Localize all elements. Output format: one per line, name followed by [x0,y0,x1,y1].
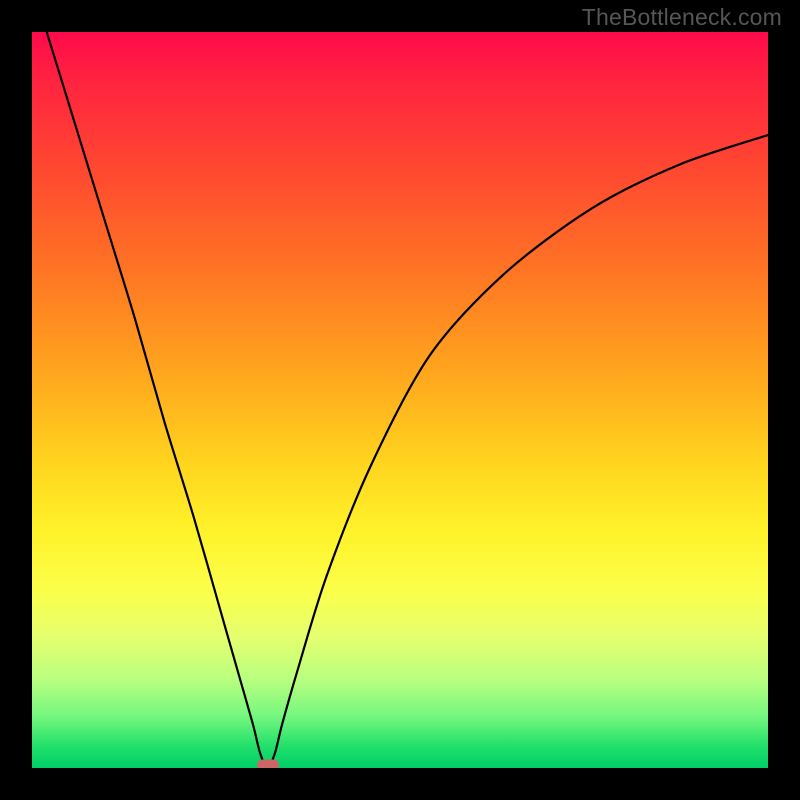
bottleneck-curve [32,32,768,768]
chart-frame: TheBottleneck.com [0,0,800,800]
plot-area [32,32,768,768]
curve-path [47,32,768,768]
watermark-text: TheBottleneck.com [582,4,782,31]
vertex-marker [257,760,279,769]
